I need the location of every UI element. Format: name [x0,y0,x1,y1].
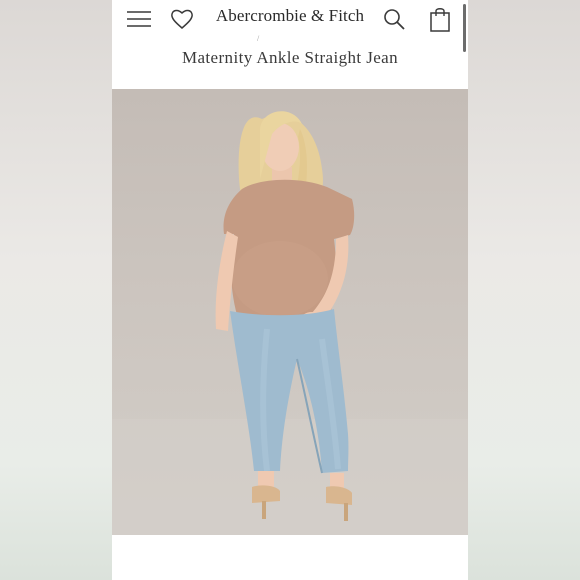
site-header: Abercrombie & Fitch [112,0,468,52]
brand-logo[interactable]: Abercrombie & Fitch [204,6,376,26]
backdrop-left [0,0,112,580]
search-icon[interactable] [380,6,408,32]
product-title: Maternity Ankle Straight Jean [181,48,399,67]
hamburger-menu-icon[interactable] [125,6,153,32]
breadcrumb-separator: / [257,34,260,43]
backdrop-right [468,0,580,580]
scroll-indicator[interactable] [463,4,466,52]
shopping-bag-icon[interactable] [426,6,454,32]
product-image[interactable] [112,89,468,535]
mobile-screen: Abercrombie & Fitch / Maternity Ankle St… [112,0,468,580]
heart-icon[interactable] [168,6,196,32]
